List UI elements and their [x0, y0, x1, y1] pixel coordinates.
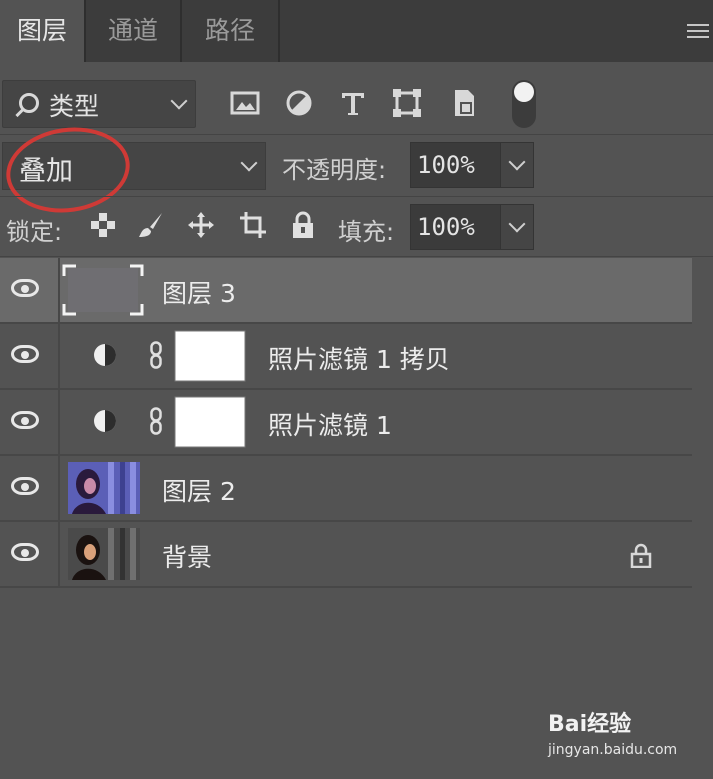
- layer-row[interactable]: 图层 2: [0, 456, 692, 522]
- opacity-label: 不透明度:: [282, 156, 387, 184]
- layer-row[interactable]: 照片滤镜 1: [0, 390, 692, 456]
- filter-kind-select[interactable]: 类型: [2, 80, 196, 128]
- fill-dropdown-button[interactable]: [500, 204, 534, 250]
- layer-thumbnail: [68, 462, 140, 514]
- watermark-url: jingyan.baidu.com: [548, 742, 678, 758]
- chevron-down-icon: [508, 153, 526, 171]
- panel-tab-bar: 图层 通道 路径: [0, 0, 713, 62]
- layer-name: 背景: [162, 543, 213, 572]
- layer-name: 照片滤镜 1: [268, 411, 392, 440]
- adjustment-filter-icon[interactable]: [282, 86, 316, 120]
- visibility-toggle[interactable]: [0, 456, 60, 520]
- type-filter-icon[interactable]: [336, 86, 370, 120]
- layer-thumbnail: [62, 264, 144, 316]
- fill-label: 填充:: [338, 218, 395, 246]
- lock-artboard-icon[interactable]: [238, 210, 268, 240]
- link-chain-icon[interactable]: [150, 407, 162, 435]
- eye-icon: [11, 345, 39, 363]
- lock-position-icon[interactable]: [186, 210, 216, 240]
- layer-mask-thumbnail: [174, 396, 246, 448]
- smart-object-filter-icon[interactable]: [446, 86, 480, 120]
- tab-paths[interactable]: 路径: [182, 0, 278, 62]
- lock-all-icon[interactable]: [288, 210, 318, 240]
- lock-icon: [630, 543, 652, 568]
- filter-toggle-switch[interactable]: [512, 80, 536, 128]
- adjustment-layer-icon: [94, 410, 116, 432]
- shape-filter-icon[interactable]: [390, 86, 424, 120]
- layer-mask-thumbnail: [174, 330, 246, 382]
- layer-row[interactable]: 背景: [0, 522, 692, 588]
- image-filter-icon[interactable]: [228, 86, 262, 120]
- layer-row[interactable]: 照片滤镜 1 拷贝: [0, 324, 692, 390]
- eye-icon: [11, 279, 39, 297]
- lock-image-icon[interactable]: [136, 210, 166, 240]
- chevron-down-icon: [240, 154, 258, 172]
- panel-menu-icon[interactable]: [687, 24, 709, 38]
- visibility-toggle[interactable]: [0, 522, 60, 586]
- filter-kind-label: 类型: [49, 92, 100, 121]
- layer-name: 图层 3: [162, 279, 236, 308]
- visibility-toggle[interactable]: [0, 324, 60, 388]
- layer-row[interactable]: 图层 3: [0, 258, 692, 324]
- visibility-toggle[interactable]: [0, 390, 60, 454]
- lock-transparent-icon[interactable]: [88, 210, 118, 240]
- lock-label: 锁定:: [6, 218, 63, 246]
- adjustment-layer-icon: [94, 344, 116, 366]
- link-chain-icon[interactable]: [150, 341, 162, 369]
- layer-filter-row: 类型: [0, 72, 713, 136]
- layer-name: 照片滤镜 1 拷贝: [268, 345, 450, 374]
- eye-icon: [11, 543, 39, 561]
- layer-thumbnail: [68, 528, 140, 580]
- tab-layers[interactable]: 图层: [0, 0, 84, 62]
- watermark-brand: Bai经验: [548, 712, 632, 737]
- chevron-down-icon: [508, 215, 526, 233]
- opacity-input[interactable]: 100%: [410, 142, 502, 188]
- eye-icon: [11, 411, 39, 429]
- layer-name: 图层 2: [162, 477, 236, 506]
- opacity-dropdown-button[interactable]: [500, 142, 534, 188]
- visibility-toggle[interactable]: [0, 258, 60, 322]
- fill-input[interactable]: 100%: [410, 204, 502, 250]
- eye-icon: [11, 477, 39, 495]
- watermark-logo: Bai经验 jingyan.baidu.com: [548, 706, 677, 758]
- chevron-down-icon: [170, 92, 188, 110]
- tab-channels[interactable]: 通道: [86, 0, 180, 62]
